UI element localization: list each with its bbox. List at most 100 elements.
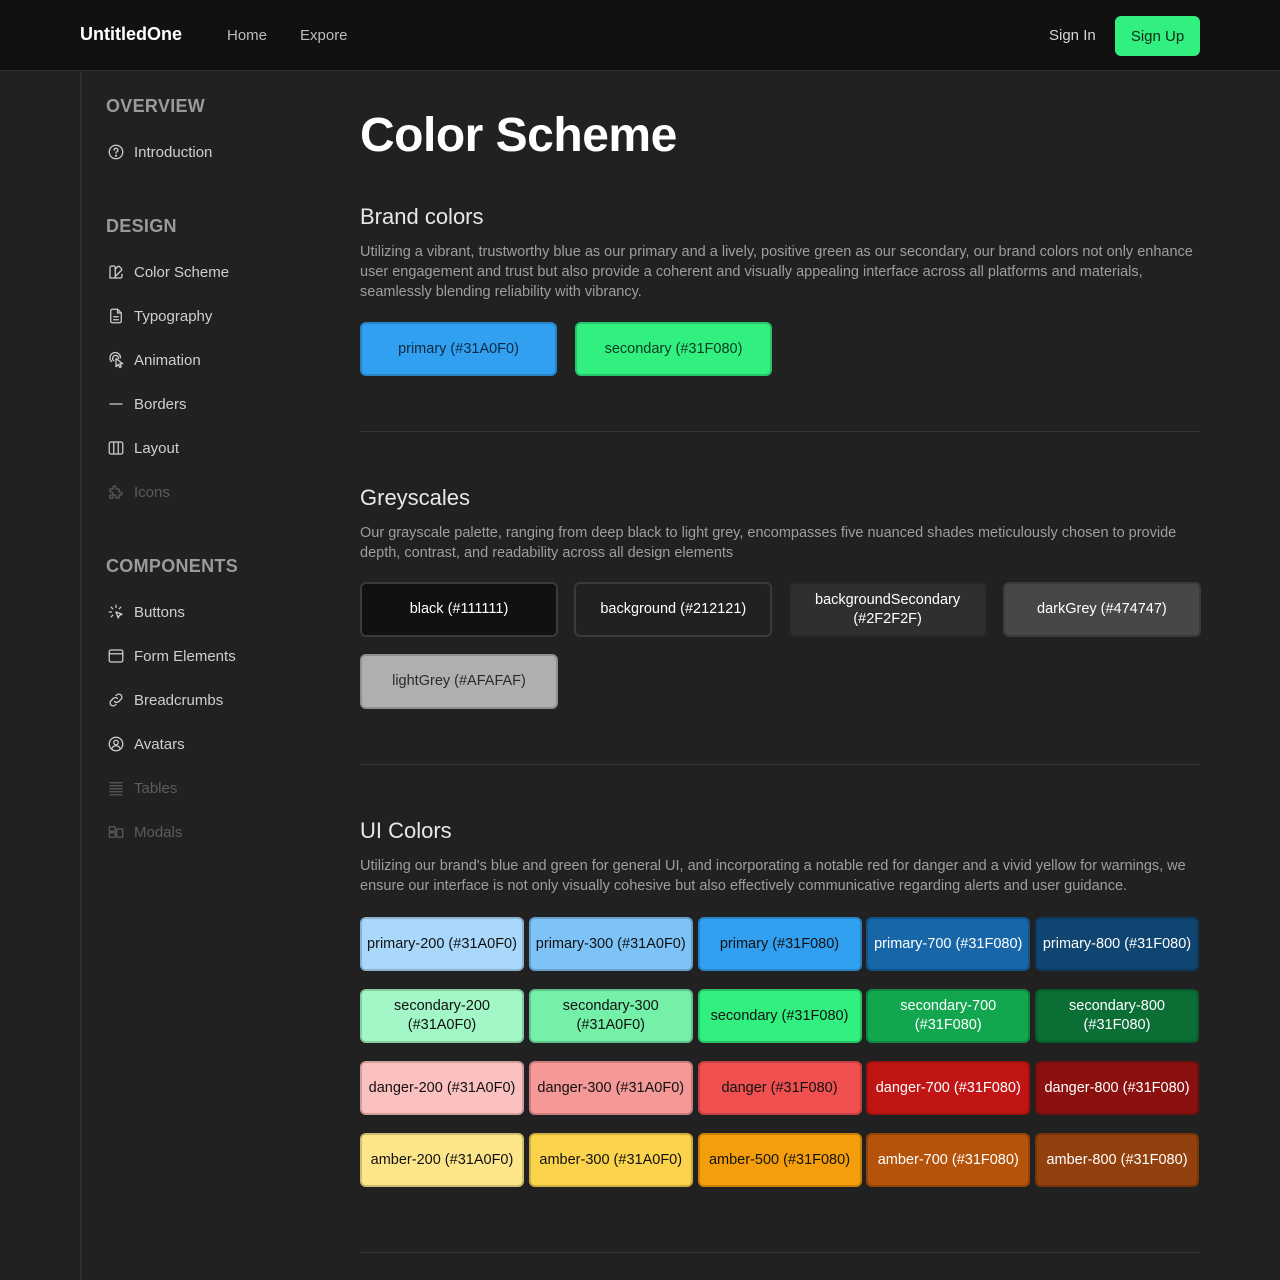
- sidebar-item-form-elements[interactable]: Form Elements: [106, 645, 236, 667]
- section-divider: [360, 764, 1200, 765]
- swatch-label: amber-300 (#31A0F0): [539, 1151, 683, 1168]
- question-circle-icon: [106, 143, 125, 162]
- ui-color-swatch[interactable]: danger-700 (#31F080): [866, 1061, 1031, 1115]
- greyscale-swatch[interactable]: background (#212121): [574, 582, 773, 637]
- sidebar-item-tables: Tables: [106, 777, 177, 799]
- browser-window-icon: [106, 647, 125, 666]
- swatch-label: primary-800 (#31F080): [1042, 935, 1192, 952]
- modal-layout-icon: [106, 823, 125, 842]
- swatch-label: lightGrey (#AFAFAF): [392, 673, 526, 689]
- swatch-label: amber-800 (#31F080): [1046, 1151, 1188, 1168]
- section-divider: [360, 1252, 1200, 1253]
- greyscale-swatch[interactable]: darkGrey (#474747): [1002, 582, 1201, 637]
- brand-colors-title: Brand colors: [360, 204, 484, 229]
- sidebar-item-label: Breadcrumbs: [134, 691, 224, 709]
- ui-color-swatch[interactable]: amber-800 (#31F080): [1035, 1133, 1199, 1187]
- page-title: Color Scheme: [360, 109, 677, 162]
- ui-color-swatch[interactable]: primary-800 (#31F080): [1035, 917, 1199, 971]
- swatch-label: danger-800 (#31F080): [1044, 1079, 1190, 1096]
- ui-color-swatch[interactable]: secondary-700 (#31F080): [866, 989, 1031, 1043]
- sidebar-item-label: Typography: [134, 307, 213, 325]
- sidebar-item-buttons[interactable]: Buttons: [106, 601, 185, 623]
- ui-color-swatch[interactable]: secondary-300 (#31A0F0): [528, 989, 693, 1043]
- swatch-label: primary-300 (#31A0F0): [535, 935, 686, 952]
- ui-color-swatch[interactable]: primary-700 (#31F080): [866, 917, 1031, 971]
- sidebar-item-introduction[interactable]: Introduction: [106, 141, 212, 163]
- swatch-label: amber-200 (#31A0F0): [370, 1151, 514, 1168]
- swatch-label: secondary (#31F080): [604, 340, 743, 357]
- sidebar-heading-components: COMPONENTS: [106, 556, 239, 576]
- nav-link-explore[interactable]: Expore: [300, 27, 348, 44]
- cursor-click-icon: [106, 603, 125, 622]
- sidebar-item-label: Tables: [134, 779, 178, 797]
- ui-color-swatch[interactable]: primary-300 (#31A0F0): [528, 917, 693, 971]
- table-lines-icon: [106, 779, 125, 798]
- palette-icon: [106, 263, 125, 282]
- ui-color-swatch[interactable]: danger-800 (#31F080): [1035, 1061, 1199, 1115]
- brand-logo[interactable]: UntitledOne: [80, 24, 182, 45]
- brand-color-swatch[interactable]: secondary (#31F080): [575, 322, 772, 376]
- ui-color-swatch[interactable]: amber-300 (#31A0F0): [528, 1133, 693, 1187]
- sidebar-item-animation[interactable]: Animation: [106, 349, 201, 371]
- greyscale-swatch[interactable]: lightGrey (#AFAFAF): [360, 654, 558, 709]
- swatch-label: danger (#31F080): [721, 1079, 838, 1096]
- swatch-label: amber-700 (#31F080): [877, 1151, 1019, 1168]
- ui-color-swatch[interactable]: secondary (#31F080): [697, 989, 862, 1043]
- sidebar-item-avatars[interactable]: Avatars: [106, 733, 185, 755]
- swatch-label: primary-700 (#31F080): [874, 935, 1023, 952]
- ui-color-swatch[interactable]: secondary-200 (#31A0F0): [360, 989, 524, 1043]
- ui-color-swatch[interactable]: danger-200 (#31A0F0): [360, 1061, 524, 1115]
- sidebar-item-label: Introduction: [134, 143, 213, 161]
- sidebar-item-icons: Icons: [106, 481, 170, 503]
- sidebar-item-label: Buttons: [134, 603, 185, 621]
- swatch-label: background (#212121): [600, 601, 747, 617]
- brand-colors-description: Utilizing a vibrant, trustworthy blue as…: [360, 244, 1193, 300]
- sidebar-item-modals: Modals: [106, 821, 182, 843]
- sidebar-item-label: Layout: [134, 439, 180, 457]
- greyscales-title: Greyscales: [360, 485, 471, 510]
- link-icon: [106, 691, 125, 710]
- sidebar-item-label: Borders: [134, 395, 187, 413]
- swatch-label: secondary-300 (#31A0F0): [562, 998, 659, 1033]
- swatch-label: secondary-200 (#31A0F0): [394, 998, 490, 1033]
- swatch-label: danger-700 (#31F080): [875, 1079, 1021, 1096]
- sidebar-item-label: Color Scheme: [134, 263, 230, 281]
- swatch-label: primary (#31A0F0): [398, 340, 519, 357]
- sidebar-item-typography[interactable]: Typography: [106, 305, 212, 327]
- sign-up-button[interactable]: Sign Up: [1115, 16, 1200, 56]
- ui-color-swatch[interactable]: danger (#31F080): [697, 1061, 862, 1115]
- ui-color-swatch[interactable]: primary (#31F080): [697, 917, 862, 971]
- ui-color-swatch[interactable]: primary-200 (#31A0F0): [360, 917, 524, 971]
- sidebar-item-label: Avatars: [134, 735, 185, 753]
- sidebar-item-borders[interactable]: Borders: [106, 393, 187, 415]
- sidebar-item-layout[interactable]: Layout: [106, 437, 179, 459]
- swatch-label: amber-500 (#31F080): [708, 1151, 851, 1168]
- sidebar-heading-design: DESIGN: [106, 216, 177, 236]
- greyscale-swatch[interactable]: backgroundSecondary (#2F2F2F): [788, 582, 987, 637]
- sidebar-divider: [80, 72, 82, 1280]
- sidebar-item-label: Form Elements: [134, 647, 236, 665]
- sidebar-item-label: Animation: [134, 351, 201, 369]
- ui-colors-title: UI Colors: [360, 818, 452, 843]
- sidebar-item-label: Modals: [134, 823, 183, 841]
- sidebar-item-color-scheme[interactable]: Color Scheme: [106, 261, 229, 283]
- swatch-label: darkGrey (#474747): [1037, 601, 1167, 617]
- minus-icon: [106, 395, 125, 414]
- sidebar-item-breadcrumbs[interactable]: Breadcrumbs: [106, 689, 223, 711]
- ui-color-swatch[interactable]: amber-200 (#31A0F0): [360, 1133, 524, 1187]
- swatch-label: secondary-700 (#31F080): [900, 998, 997, 1033]
- sign-in-link[interactable]: Sign In: [1049, 27, 1096, 44]
- ui-color-swatch[interactable]: danger-300 (#31A0F0): [528, 1061, 693, 1115]
- greyscale-swatch[interactable]: black (#111111): [360, 582, 558, 637]
- swatch-label: secondary-800 (#31F080): [1069, 998, 1165, 1033]
- nav-link-home[interactable]: Home: [227, 27, 267, 44]
- greyscales-description: Our grayscale palette, ranging from deep…: [360, 525, 1177, 561]
- sidebar-heading-overview: OVERVIEW: [106, 96, 206, 116]
- ui-color-swatch[interactable]: secondary-800 (#31F080): [1035, 989, 1199, 1043]
- swatch-label: danger-200 (#31A0F0): [368, 1079, 516, 1096]
- ui-color-swatch[interactable]: amber-500 (#31F080): [697, 1133, 862, 1187]
- brand-color-swatch[interactable]: primary (#31A0F0): [360, 322, 557, 376]
- ui-color-swatch[interactable]: amber-700 (#31F080): [866, 1133, 1031, 1187]
- ui-colors-description: Utilizing our brand's blue and green for…: [360, 858, 1186, 894]
- section-divider: [360, 431, 1200, 432]
